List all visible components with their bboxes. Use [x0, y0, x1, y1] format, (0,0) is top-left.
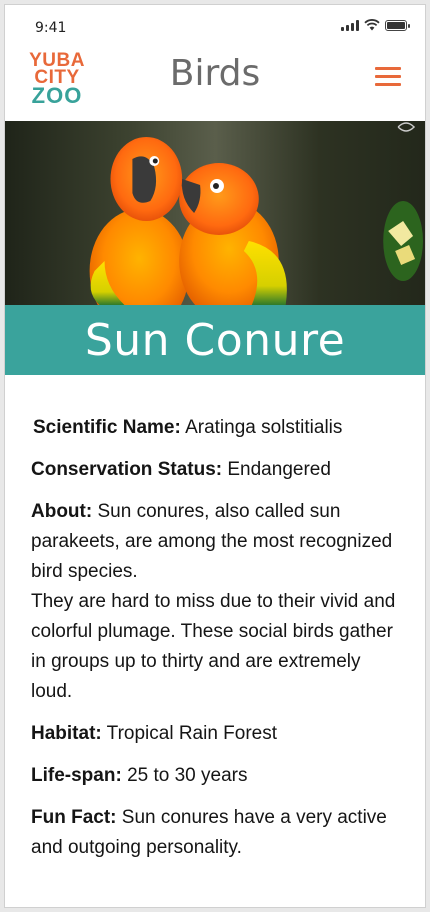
- scientific-name-label: Scientific Name:: [33, 417, 181, 438]
- habitat-label: Habitat:: [31, 723, 102, 744]
- phone-screen: 9:41 YUBA CITY ZOO Birds Sun Conure Scie…: [4, 4, 426, 908]
- fun-fact: Fun Fact: Sun conures have a very active…: [31, 803, 401, 863]
- life-span-value: 25 to 30 years: [127, 765, 248, 786]
- status-bar: 9:41: [5, 5, 425, 45]
- battery-icon: [385, 19, 410, 31]
- scientific-name: Scientific Name: Aratinga solstitialis: [31, 413, 401, 443]
- life-span: Life-span: 25 to 30 years: [31, 761, 401, 791]
- conservation-status-label: Conservation Status:: [31, 459, 223, 480]
- hero-image: [5, 121, 425, 305]
- hamburger-menu-icon[interactable]: [373, 65, 403, 89]
- scientific-name-value: Aratinga solstitialis: [185, 417, 343, 438]
- status-icons: [341, 19, 410, 31]
- species-name: Sun Conure: [84, 314, 346, 366]
- about-value-2: They are hard to miss due to their vivid…: [31, 591, 396, 702]
- habitat: Habitat: Tropical Rain Forest: [31, 719, 401, 749]
- signal-icon: [341, 19, 359, 31]
- species-banner: Sun Conure: [5, 305, 425, 375]
- sun-conure-photo: [89, 122, 424, 305]
- wifi-icon: [364, 19, 380, 31]
- about-label: About:: [31, 501, 93, 522]
- species-details: Scientific Name: Aratinga solstitialis C…: [31, 413, 401, 875]
- page-title: Birds: [169, 53, 261, 94]
- about: About: Sun conures, also called sun para…: [31, 497, 401, 707]
- fun-fact-label: Fun Fact:: [31, 807, 117, 828]
- app-header: YUBA CITY ZOO Birds: [5, 45, 425, 121]
- conservation-status-value: Endangered: [227, 459, 331, 480]
- life-span-label: Life-span:: [31, 765, 122, 786]
- habitat-value: Tropical Rain Forest: [106, 723, 278, 744]
- conservation-status: Conservation Status: Endangered: [31, 455, 401, 485]
- status-time: 9:41: [35, 20, 67, 36]
